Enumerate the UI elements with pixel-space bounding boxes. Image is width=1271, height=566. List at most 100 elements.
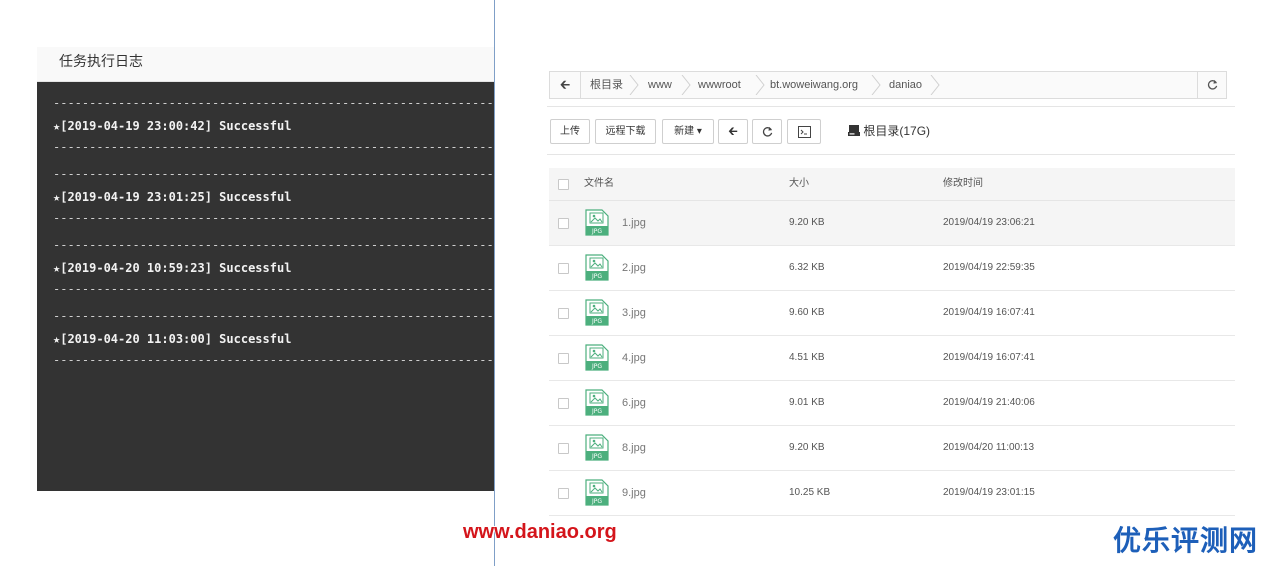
column-header-name[interactable]: 文件名	[584, 168, 614, 200]
log-separator: ----------------------------------------…	[53, 211, 494, 225]
table-row[interactable]: JPG 4.jpg 4.51 KB 2019/04/19 16:07:41	[549, 336, 1235, 381]
table-row[interactable]: JPG 9.jpg 10.25 KB 2019/04/19 23:01:15	[549, 471, 1235, 516]
file-modified-time: 2019/04/19 23:06:21	[943, 217, 1035, 228]
log-line: ★[2019-04-19 23:01:25] Successful	[53, 190, 292, 204]
log-entry: ----------------------------------------…	[53, 238, 494, 296]
breadcrumb-item-www[interactable]: www	[648, 72, 672, 98]
file-name[interactable]: 6.jpg	[622, 381, 646, 425]
file-name[interactable]: 2.jpg	[622, 246, 646, 290]
breadcrumb-item-wwwroot[interactable]: wwwroot	[698, 72, 741, 98]
log-entry: ----------------------------------------…	[53, 167, 494, 225]
arrow-left-icon: 🡰	[559, 77, 571, 92]
remote-download-button[interactable]: 远程下载	[595, 119, 656, 144]
toolbar-divider	[547, 106, 1235, 107]
file-name[interactable]: 9.jpg	[622, 471, 646, 515]
log-line: ★[2019-04-20 11:03:00] Successful	[53, 332, 292, 346]
jpg-file-icon: JPG	[585, 209, 609, 236]
table-row[interactable]: JPG 8.jpg 9.20 KB 2019/04/20 11:00:13	[549, 426, 1235, 471]
file-size: 9.01 KB	[789, 397, 825, 408]
row-checkbox[interactable]	[558, 263, 569, 274]
file-modified-time: 2019/04/19 22:59:35	[943, 262, 1035, 273]
upload-button[interactable]: 上传	[550, 119, 590, 144]
file-modified-time: 2019/04/19 21:40:06	[943, 397, 1035, 408]
file-name[interactable]: 8.jpg	[622, 426, 646, 470]
log-line: ★[2019-04-19 23:00:42] Successful	[53, 119, 292, 133]
row-checkbox[interactable]	[558, 398, 569, 409]
svg-text:JPG: JPG	[591, 453, 602, 460]
svg-text:JPG: JPG	[591, 318, 602, 325]
breadcrumb-back-button[interactable]: 🡰	[550, 72, 581, 98]
file-modified-time: 2019/04/19 16:07:41	[943, 352, 1035, 363]
file-modified-time: 2019/04/20 11:00:13	[943, 442, 1035, 453]
breadcrumb-separator-icon	[629, 75, 639, 95]
jpg-file-icon: JPG	[585, 389, 609, 416]
disk-label: 根目录(17G)	[863, 124, 931, 138]
file-name[interactable]: 1.jpg	[622, 201, 646, 245]
refresh-icon	[1207, 79, 1217, 90]
toolbar-divider	[547, 154, 1235, 155]
row-checkbox[interactable]	[558, 308, 569, 319]
table-row[interactable]: JPG 6.jpg 9.01 KB 2019/04/19 21:40:06	[549, 381, 1235, 426]
breadcrumb-refresh-button[interactable]	[1197, 72, 1226, 98]
terminal-icon	[797, 126, 811, 138]
svg-text:JPG: JPG	[591, 408, 602, 415]
log-line: ★[2019-04-20 10:59:23] Successful	[53, 261, 292, 275]
row-checkbox[interactable]	[558, 443, 569, 454]
log-entry: ----------------------------------------…	[53, 96, 494, 154]
new-dropdown-button[interactable]: 新建 ▾	[662, 119, 714, 144]
disk-info: 根目录(17G)	[848, 122, 930, 140]
go-back-button[interactable]: 🡰	[718, 119, 748, 144]
log-separator: ----------------------------------------…	[53, 167, 494, 181]
svg-text:JPG: JPG	[591, 273, 602, 280]
column-header-modified[interactable]: 修改时间	[943, 168, 983, 200]
file-size: 10.25 KB	[789, 487, 831, 498]
new-button-label: 新建	[674, 126, 695, 137]
row-checkbox[interactable]	[558, 353, 569, 364]
arrow-left-icon: 🡰	[728, 124, 738, 138]
file-size: 9.20 KB	[789, 442, 825, 453]
log-separator: ----------------------------------------…	[53, 309, 494, 323]
table-row[interactable]: JPG 1.jpg 9.20 KB 2019/04/19 23:06:21	[549, 201, 1235, 246]
log-separator: ----------------------------------------…	[53, 353, 494, 367]
select-all-checkbox[interactable]	[558, 179, 569, 190]
file-size: 4.51 KB	[789, 352, 825, 363]
window-divider	[494, 0, 495, 566]
log-separator: ----------------------------------------…	[53, 238, 494, 252]
table-header: 文件名 大小 修改时间	[549, 168, 1235, 201]
breadcrumb-separator-icon	[681, 75, 691, 95]
breadcrumb-item-root[interactable]: 根目录	[590, 72, 623, 98]
log-separator: ----------------------------------------…	[53, 140, 494, 154]
file-table: 文件名 大小 修改时间 JPG 1.jpg 9.20 KB 2019/04/19 23…	[549, 168, 1235, 516]
task-log-panel: 任务执行日志 ---------------------------------…	[37, 47, 494, 491]
breadcrumb: 🡰 根目录 www wwwroot bt.woweiwang.org dania…	[549, 71, 1227, 99]
file-modified-time: 2019/04/19 16:07:41	[943, 307, 1035, 318]
svg-text:JPG: JPG	[591, 228, 602, 235]
row-checkbox[interactable]	[558, 488, 569, 499]
jpg-file-icon: JPG	[585, 434, 609, 461]
refresh-button[interactable]	[752, 119, 782, 144]
svg-text:JPG: JPG	[591, 498, 602, 505]
breadcrumb-separator-icon	[871, 75, 881, 95]
task-log-title: 任务执行日志	[37, 47, 494, 82]
jpg-file-icon: JPG	[585, 254, 609, 281]
file-size: 9.60 KB	[789, 307, 825, 318]
jpg-file-icon: JPG	[585, 479, 609, 506]
log-separator: ----------------------------------------…	[53, 96, 494, 110]
file-name[interactable]: 4.jpg	[622, 336, 646, 380]
column-header-size[interactable]: 大小	[789, 168, 809, 200]
terminal-button[interactable]	[787, 119, 821, 144]
file-size: 6.32 KB	[789, 262, 825, 273]
task-log-console[interactable]: ----------------------------------------…	[37, 82, 494, 491]
breadcrumb-item-daniao[interactable]: daniao	[889, 72, 922, 98]
table-row[interactable]: JPG 2.jpg 6.32 KB 2019/04/19 22:59:35	[549, 246, 1235, 291]
watermark-right: 优乐评测网	[1113, 524, 1259, 557]
breadcrumb-separator-icon	[930, 75, 940, 95]
svg-text:JPG: JPG	[591, 363, 602, 370]
jpg-file-icon: JPG	[585, 299, 609, 326]
log-separator: ----------------------------------------…	[53, 282, 494, 296]
table-row[interactable]: JPG 3.jpg 9.60 KB 2019/04/19 16:07:41	[549, 291, 1235, 336]
row-checkbox[interactable]	[558, 218, 569, 229]
breadcrumb-item-site[interactable]: bt.woweiwang.org	[770, 72, 858, 98]
file-name[interactable]: 3.jpg	[622, 291, 646, 335]
watermark-left: www.daniao.org	[463, 521, 617, 543]
